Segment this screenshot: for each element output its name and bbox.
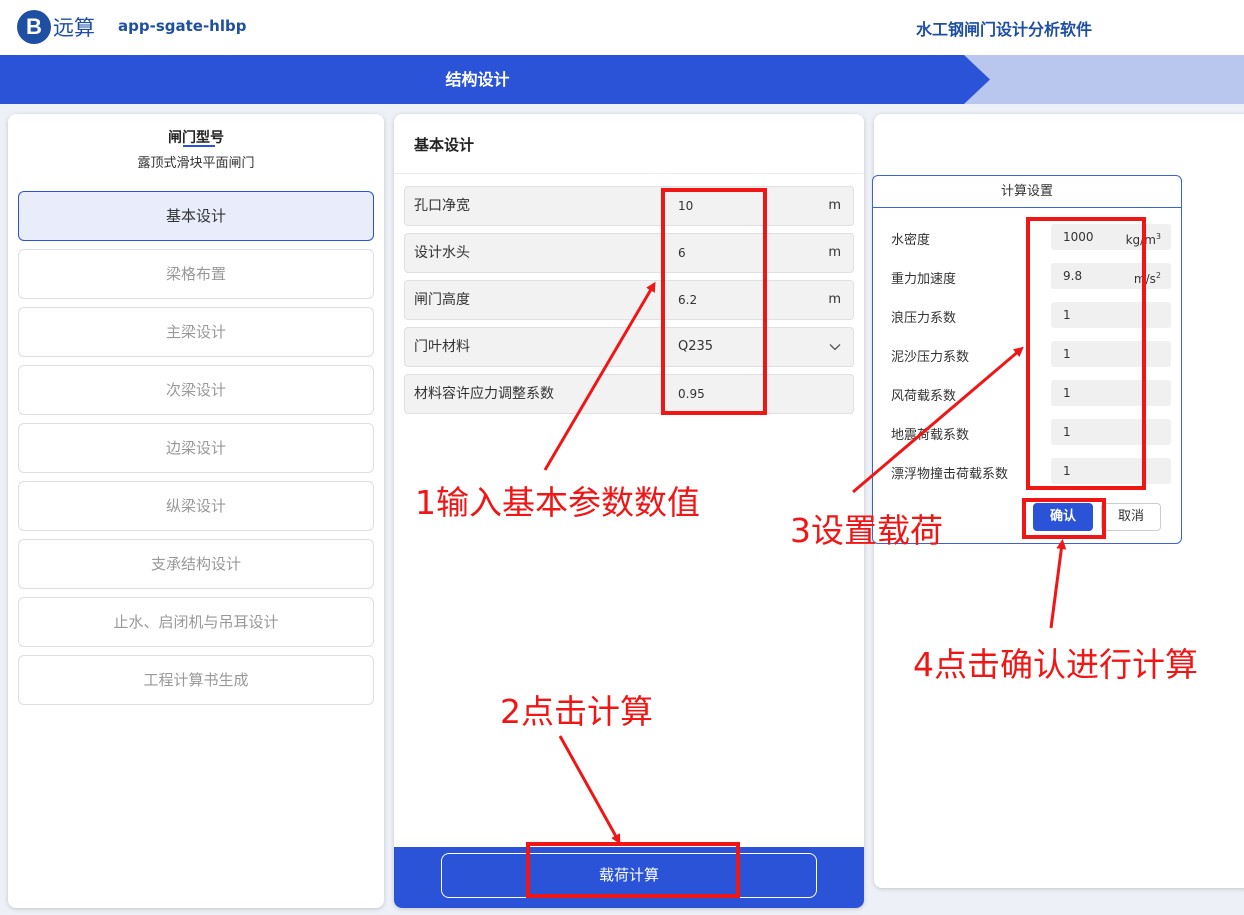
chevron-down-icon[interactable] xyxy=(829,328,841,366)
sidebar-item-report-generation[interactable]: 工程计算书生成 xyxy=(18,655,374,705)
param-unit: m xyxy=(828,292,841,307)
cancel-button[interactable]: 取消 xyxy=(1101,503,1161,531)
sidebar-item-longitudinal-beam[interactable]: 纵梁设计 xyxy=(18,481,374,531)
highlight-basic-params xyxy=(661,188,767,415)
divider xyxy=(394,173,864,174)
sidebar-item-basic-design[interactable]: 基本设计 xyxy=(18,191,374,241)
param-row-stress-factor: 材料容许应力调整系数 0.95 xyxy=(404,374,854,414)
param-row-leaf-material: 门叶材料 Q235 xyxy=(404,327,854,367)
dialog-label-water-density: 水密度 xyxy=(891,233,931,248)
sidebar-card: 闸门型号 露顶式滑块平面闸门 基本设计 梁格布置 主梁设计 次梁设计 边梁设计 … xyxy=(8,114,384,908)
brand-name: 远算 xyxy=(53,16,95,40)
sidebar-item-seal-hoist-lug[interactable]: 止水、启闭机与吊耳设计 xyxy=(18,597,374,647)
param-label: 孔口净宽 xyxy=(414,198,470,214)
sidebar-item-beam-grid[interactable]: 梁格布置 xyxy=(18,249,374,299)
highlight-calc-button xyxy=(526,842,740,898)
param-row-design-head: 设计水头 6 m xyxy=(404,233,854,273)
brand-logo-icon: B xyxy=(17,10,51,44)
dialog-label-seismic-load: 地震荷载系数 xyxy=(891,428,970,443)
highlight-load-inputs xyxy=(1026,217,1146,490)
dialog-label-wave-pressure: 浪压力系数 xyxy=(891,311,957,326)
step-label: 结构设计 xyxy=(445,70,510,89)
dialog-title: 计算设置 xyxy=(873,176,1181,208)
param-row-opening-width: 孔口净宽 10 m xyxy=(404,186,854,226)
param-label: 门叶材料 xyxy=(414,339,470,355)
software-title: 水工钢闸门设计分析软件 xyxy=(916,20,1093,39)
basic-design-title: 基本设计 xyxy=(414,136,475,154)
dialog-label-gravity: 重力加速度 xyxy=(891,272,957,287)
app-name: app-sgate-hlbp xyxy=(118,17,247,35)
sidebar-item-secondary-beam[interactable]: 次梁设计 xyxy=(18,365,374,415)
param-label: 设计水头 xyxy=(414,245,470,261)
param-label: 材料容许应力调整系数 xyxy=(414,386,554,402)
annotation-step-2: 2点击计算 xyxy=(500,692,653,731)
sidebar-item-support-structure[interactable]: 支承结构设计 xyxy=(18,539,374,589)
dialog-label-silt-pressure: 泥沙压力系数 xyxy=(891,350,970,365)
highlight-confirm-button xyxy=(1022,498,1106,539)
top-bar: B 远算 app-sgate-hlbp 水工钢闸门设计分析软件 xyxy=(0,0,1244,55)
sidebar-item-edge-beam[interactable]: 边梁设计 xyxy=(18,423,374,473)
annotation-step-4: 4点击确认进行计算 xyxy=(913,645,1198,684)
param-unit: m xyxy=(828,245,841,260)
gate-type-text: 露顶式滑块平面闸门 xyxy=(137,156,255,171)
dialog-label-wind-load: 风荷载系数 xyxy=(891,389,957,404)
param-row-gate-height: 闸门高度 6.2 m xyxy=(404,280,854,320)
title-underline xyxy=(183,145,215,147)
param-unit: m xyxy=(828,198,841,213)
dialog-label-debris-impact: 漂浮物撞击荷载系数 xyxy=(891,467,1009,482)
annotation-step-1: 1输入基本参数数值 xyxy=(415,483,700,522)
gate-model-title: 闸门型号 xyxy=(168,130,224,146)
sidebar-item-main-beam[interactable]: 主梁设计 xyxy=(18,307,374,357)
step-bar: 结构设计 xyxy=(0,55,1244,104)
param-label: 闸门高度 xyxy=(414,292,470,308)
annotation-step-3: 3设置载荷 xyxy=(790,511,943,550)
